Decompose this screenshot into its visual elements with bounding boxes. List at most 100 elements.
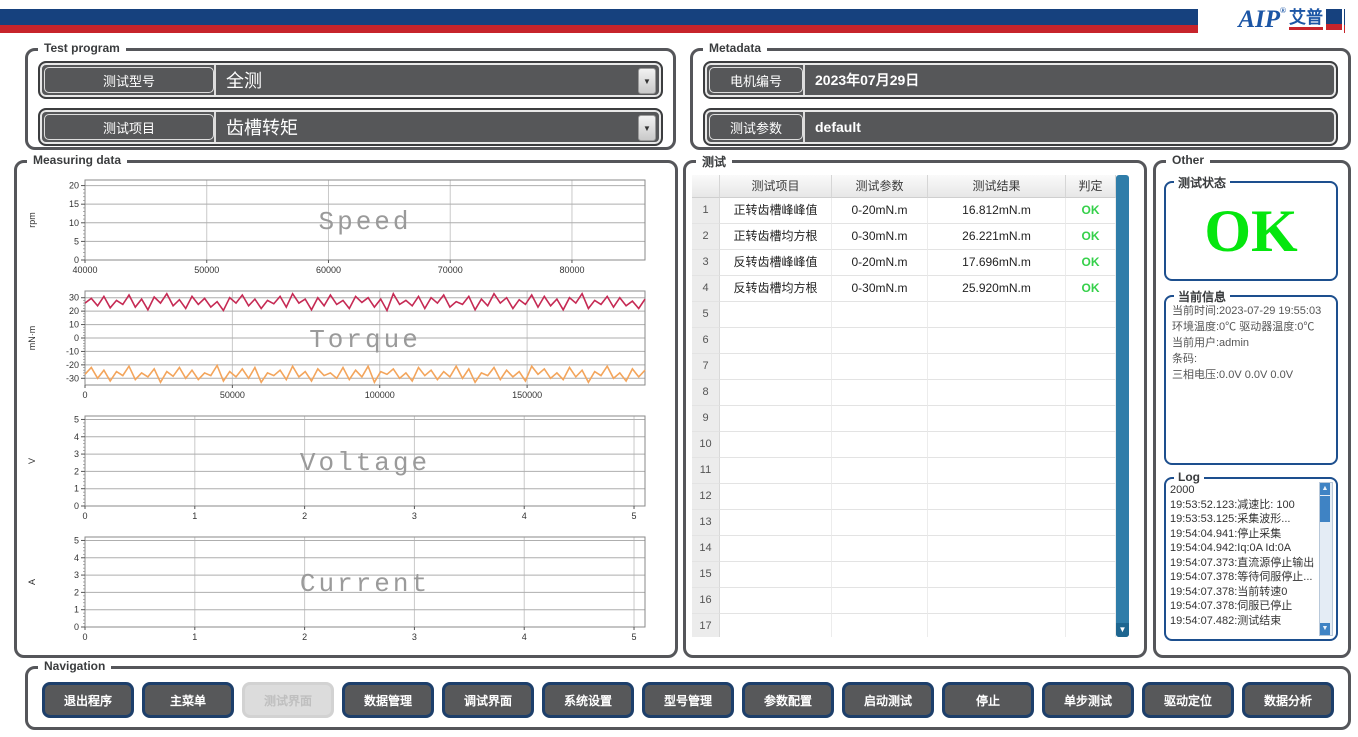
table-cell[interactable] (720, 484, 832, 510)
table-cell[interactable] (928, 458, 1066, 484)
nav-button-系统设置[interactable]: 系统设置 (542, 682, 634, 718)
row-number-cell[interactable]: 5 (692, 302, 720, 328)
table-cell[interactable] (1066, 406, 1116, 432)
table-cell[interactable] (832, 588, 928, 614)
table-cell[interactable] (720, 536, 832, 562)
table-cell[interactable] (832, 328, 928, 354)
table-cell[interactable] (928, 302, 1066, 328)
table-cell[interactable] (832, 510, 928, 536)
log-lines[interactable]: 200019:53:52.123:减速比: 10019:53:53.125:采集… (1170, 483, 1318, 635)
nav-button-调试界面[interactable]: 调试界面 (442, 682, 534, 718)
table-cell[interactable] (928, 588, 1066, 614)
row-number-cell[interactable]: 16 (692, 588, 720, 614)
table-cell[interactable]: 反转齿槽峰峰值 (720, 250, 832, 276)
table-cell[interactable] (720, 302, 832, 328)
motor-id-field[interactable]: 电机编号 2023年07月29日 (703, 61, 1338, 99)
table-cell[interactable] (928, 562, 1066, 588)
table-cell[interactable] (1066, 354, 1116, 380)
table-cell[interactable] (832, 354, 928, 380)
table-cell[interactable] (1066, 510, 1116, 536)
table-cell[interactable] (832, 380, 928, 406)
table-cell[interactable] (720, 432, 832, 458)
row-number-cell[interactable]: 8 (692, 380, 720, 406)
table-scrollbar[interactable]: ▼ (1116, 175, 1129, 637)
row-number-cell[interactable]: 10 (692, 432, 720, 458)
table-cell[interactable] (928, 406, 1066, 432)
test-params-field[interactable]: 测试参数 default (703, 108, 1338, 146)
row-number-cell[interactable]: 3 (692, 250, 720, 276)
row-number-cell[interactable]: 2 (692, 224, 720, 250)
row-number-cell[interactable]: 6 (692, 328, 720, 354)
nav-button-单步测试[interactable]: 单步测试 (1042, 682, 1134, 718)
scroll-down-icon[interactable]: ▼ (1320, 623, 1330, 635)
table-cell[interactable] (928, 536, 1066, 562)
table-cell[interactable]: 0-30mN.m (832, 224, 928, 250)
table-cell[interactable]: 正转齿槽均方根 (720, 224, 832, 250)
nav-button-退出程序[interactable]: 退出程序 (42, 682, 134, 718)
row-number-cell[interactable]: 4 (692, 276, 720, 302)
nav-button-型号管理[interactable]: 型号管理 (642, 682, 734, 718)
nav-button-停止[interactable]: 停止 (942, 682, 1034, 718)
table-cell[interactable]: 正转齿槽峰峰值 (720, 198, 832, 224)
table-cell[interactable] (1066, 562, 1116, 588)
table-cell[interactable] (720, 380, 832, 406)
test-model-dropdown-icon[interactable]: ▼ (638, 68, 656, 94)
row-number-cell[interactable]: 1 (692, 198, 720, 224)
row-number-cell[interactable]: 14 (692, 536, 720, 562)
table-cell[interactable] (832, 614, 928, 637)
table-cell[interactable]: OK (1066, 250, 1116, 276)
table-cell[interactable] (720, 328, 832, 354)
table-cell[interactable] (1066, 380, 1116, 406)
table-cell[interactable] (928, 432, 1066, 458)
table-cell[interactable]: 16.812mN.m (928, 198, 1066, 224)
table-cell[interactable] (832, 406, 928, 432)
table-cell[interactable] (720, 614, 832, 637)
table-cell[interactable] (928, 354, 1066, 380)
table-cell[interactable] (832, 562, 928, 588)
table-cell[interactable] (832, 458, 928, 484)
table-cell[interactable]: 0-30mN.m (832, 276, 928, 302)
table-cell[interactable] (1066, 614, 1116, 637)
table-cell[interactable] (1066, 302, 1116, 328)
nav-button-主菜单[interactable]: 主菜单 (142, 682, 234, 718)
row-number-cell[interactable]: 7 (692, 354, 720, 380)
table-cell[interactable] (720, 406, 832, 432)
table-cell[interactable] (1066, 588, 1116, 614)
row-number-cell[interactable]: 13 (692, 510, 720, 536)
table-cell[interactable] (928, 328, 1066, 354)
test-results-table[interactable]: 测试项目测试参数测试结果判定1正转齿槽峰峰值0-20mN.m16.812mN.m… (692, 175, 1129, 637)
table-cell[interactable] (832, 484, 928, 510)
table-cell[interactable] (720, 562, 832, 588)
table-cell[interactable] (832, 302, 928, 328)
scroll-down-icon[interactable]: ▼ (1116, 623, 1129, 637)
test-model-combobox[interactable]: 测试型号 全测 ▼ (38, 61, 663, 99)
row-number-cell[interactable]: 15 (692, 562, 720, 588)
table-cell[interactable] (720, 458, 832, 484)
scroll-up-icon[interactable]: ▲ (1320, 483, 1330, 495)
table-cell[interactable]: 0-20mN.m (832, 250, 928, 276)
row-number-cell[interactable]: 17 (692, 614, 720, 637)
table-cell[interactable]: 0-20mN.m (832, 198, 928, 224)
row-number-cell[interactable]: 12 (692, 484, 720, 510)
table-cell[interactable]: OK (1066, 224, 1116, 250)
nav-button-启动测试[interactable]: 启动测试 (842, 682, 934, 718)
test-item-dropdown-icon[interactable]: ▼ (638, 115, 656, 141)
test-item-combobox[interactable]: 测试项目 齿槽转矩 ▼ (38, 108, 663, 146)
nav-button-参数配置[interactable]: 参数配置 (742, 682, 834, 718)
table-cell[interactable]: OK (1066, 198, 1116, 224)
log-scroll-thumb[interactable] (1320, 496, 1330, 522)
table-cell[interactable]: 17.696mN.m (928, 250, 1066, 276)
table-cell[interactable] (720, 510, 832, 536)
table-cell[interactable] (832, 536, 928, 562)
nav-button-驱动定位[interactable]: 驱动定位 (1142, 682, 1234, 718)
table-cell[interactable] (928, 380, 1066, 406)
table-cell[interactable]: OK (1066, 276, 1116, 302)
table-cell[interactable]: 26.221mN.m (928, 224, 1066, 250)
table-cell[interactable]: 25.920mN.m (928, 276, 1066, 302)
table-cell[interactable] (1066, 458, 1116, 484)
table-cell[interactable] (832, 432, 928, 458)
table-cell[interactable] (928, 614, 1066, 637)
table-cell[interactable] (720, 588, 832, 614)
table-cell[interactable] (1066, 484, 1116, 510)
table-cell[interactable] (928, 510, 1066, 536)
